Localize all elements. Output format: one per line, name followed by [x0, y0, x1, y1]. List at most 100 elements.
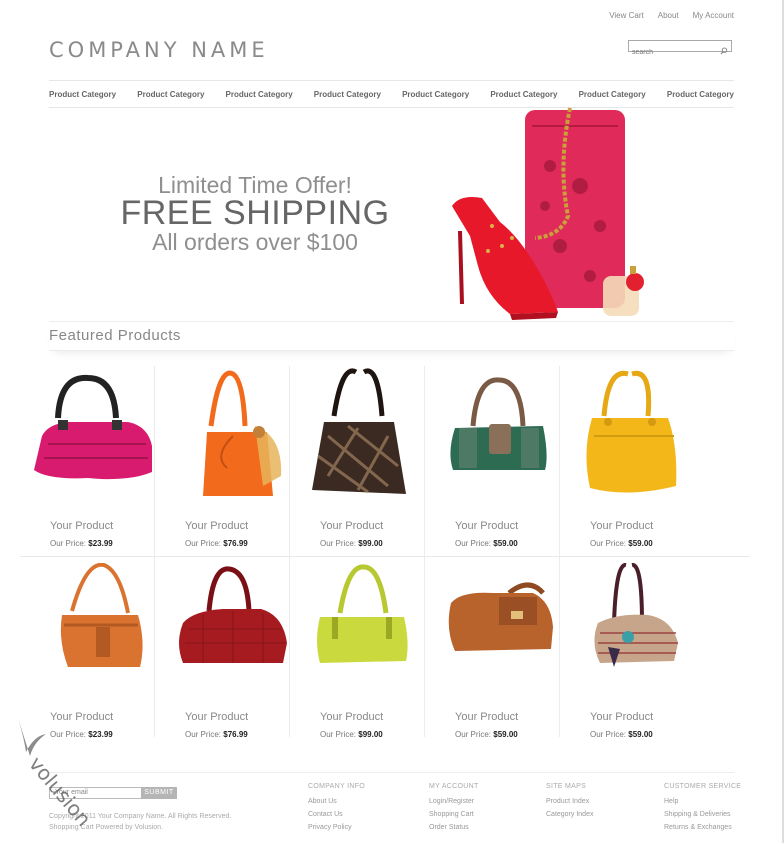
footer-link-privacy-policy[interactable]: Privacy Policy [308, 821, 365, 834]
product-row: Your Product Our Price: $23.99 Your Prod… [20, 556, 750, 739]
product-name[interactable]: Your Product [455, 520, 518, 532]
nav-category-1[interactable]: Product Category [49, 90, 116, 99]
brown-pattern-handbag-image[interactable] [298, 366, 422, 501]
lime-handbag-image[interactable] [298, 563, 422, 698]
nav-category-5[interactable]: Product Category [402, 90, 469, 99]
price-value: $76.99 [223, 539, 248, 548]
company-logo[interactable]: COMPANY NAME [49, 38, 269, 62]
price-label: Our Price: [50, 539, 87, 548]
banner-subline: All orders over $100 [152, 229, 358, 255]
nav-category-4[interactable]: Product Category [314, 90, 381, 99]
banner-headline: FREE SHIPPING [120, 194, 390, 232]
product-name[interactable]: Your Product [185, 711, 248, 723]
product-price: Our Price: $59.00 [590, 539, 653, 548]
product-card[interactable]: Your Product Our Price: $99.00 [290, 366, 425, 556]
about-link[interactable]: About [658, 11, 679, 20]
footer-column-my-account: MY ACCOUNT Login/Register Shopping Cart … [429, 780, 479, 834]
price-value: $59.00 [493, 539, 518, 548]
footer-link-order-status[interactable]: Order Status [429, 821, 479, 834]
nav-category-6[interactable]: Product Category [490, 90, 557, 99]
price-value: $23.99 [88, 539, 113, 548]
footer-heading: MY ACCOUNT [429, 783, 479, 790]
product-card[interactable]: Your Product Our Price: $23.99 [20, 557, 155, 739]
price-value: $59.00 [628, 730, 653, 739]
pink-handbag-image[interactable] [28, 366, 152, 501]
product-name[interactable]: Your Product [185, 520, 248, 532]
product-price: Our Price: $59.00 [455, 539, 518, 548]
search-box [628, 40, 732, 58]
product-price: Our Price: $76.99 [185, 730, 248, 739]
product-card[interactable]: Your Product Our Price: $76.99 [155, 366, 290, 556]
product-name[interactable]: Your Product [455, 711, 518, 723]
category-nav: Product Category Product Category Produc… [49, 80, 734, 108]
product-price: Our Price: $76.99 [185, 539, 248, 548]
product-name[interactable]: Your Product [320, 711, 383, 723]
product-name[interactable]: Your Product [590, 520, 653, 532]
price-label: Our Price: [185, 539, 222, 548]
watermark-text: volusion [24, 752, 96, 831]
nav-category-2[interactable]: Product Category [137, 90, 204, 99]
banner-image[interactable] [440, 106, 670, 328]
nav-category-7[interactable]: Product Category [579, 90, 646, 99]
search-icon[interactable] [720, 42, 728, 60]
volusion-watermark-logo: volusion [16, 712, 126, 832]
footer-link-shipping-deliveries[interactable]: Shipping & Deliveries [664, 808, 741, 821]
footer-link-product-index[interactable]: Product Index [546, 795, 593, 808]
footer-link-help[interactable]: Help [664, 795, 741, 808]
product-name[interactable]: Your Product [590, 711, 653, 723]
product-card[interactable]: Your Product Our Price: $59.00 [425, 366, 560, 556]
product-card[interactable]: Your Product Our Price: $59.00 [425, 557, 560, 739]
nav-category-8[interactable]: Product Category [667, 90, 734, 99]
product-card[interactable]: Your Product Our Price: $59.00 [560, 366, 694, 556]
brown-leather-handbag-image[interactable] [433, 563, 557, 698]
price-label: Our Price: [455, 730, 492, 739]
red-croc-handbag-image[interactable] [163, 563, 287, 698]
footer-column-company-info: COMPANY INFO About Us Contact Us Privacy… [308, 780, 365, 834]
footer-link-category-index[interactable]: Category Index [546, 808, 593, 821]
price-label: Our Price: [320, 539, 357, 548]
price-value: $99.00 [358, 730, 383, 739]
price-label: Our Price: [185, 730, 222, 739]
product-price: Our Price: $23.99 [50, 539, 113, 548]
footer-link-login-register[interactable]: Login/Register [429, 795, 479, 808]
footer-column-customer-service: CUSTOMER SERVICE Help Shipping & Deliver… [664, 780, 741, 834]
price-value: $59.00 [493, 730, 518, 739]
orange-handbag-image[interactable] [163, 366, 287, 501]
price-label: Our Price: [590, 539, 627, 548]
featured-products-heading: Featured Products [49, 321, 734, 351]
price-label: Our Price: [320, 730, 357, 739]
view-cart-link[interactable]: View Cart [609, 11, 644, 20]
price-label: Our Price: [455, 539, 492, 548]
footer: Your email SUBMIT Copyright 2011 Your Co… [49, 772, 741, 844]
product-card[interactable]: Your Product Our Price: $99.00 [290, 557, 425, 739]
footer-link-returns-exchanges[interactable]: Returns & Exchanges [664, 821, 741, 834]
footer-column-site-maps: SITE MAPS Product Index Category Index [546, 780, 593, 821]
footer-heading: SITE MAPS [546, 783, 587, 790]
product-card[interactable]: Your Product Our Price: $76.99 [155, 557, 290, 739]
footer-link-contact-us[interactable]: Contact Us [308, 808, 365, 821]
woven-handbag-image[interactable] [568, 563, 692, 698]
price-value: $76.99 [223, 730, 248, 739]
footer-heading: COMPANY INFO [308, 783, 366, 790]
footer-link-shopping-cart[interactable]: Shopping Cart [429, 808, 479, 821]
product-grid: Your Product Our Price: $23.99 Your Prod… [20, 366, 750, 739]
yellow-handbag-image[interactable] [568, 366, 692, 501]
green-handbag-image[interactable] [433, 366, 557, 501]
top-links: View Cart About My Account [609, 11, 734, 20]
product-card[interactable]: Your Product Our Price: $59.00 [560, 557, 694, 739]
product-price: Our Price: $59.00 [590, 730, 653, 739]
footer-link-about-us[interactable]: About Us [308, 795, 365, 808]
newsletter-submit-button[interactable]: SUBMIT [141, 787, 177, 799]
product-name[interactable]: Your Product [50, 520, 113, 532]
search-input[interactable] [629, 47, 720, 58]
product-price: Our Price: $99.00 [320, 539, 383, 548]
product-price: Our Price: $59.00 [455, 730, 518, 739]
nav-category-3[interactable]: Product Category [226, 90, 293, 99]
my-account-link[interactable]: My Account [693, 11, 734, 20]
product-name[interactable]: Your Product [320, 520, 383, 532]
tan-handbag-image[interactable] [28, 562, 152, 698]
product-card[interactable]: Your Product Our Price: $23.99 [20, 366, 155, 556]
product-row: Your Product Our Price: $23.99 Your Prod… [20, 366, 750, 556]
price-value: $59.00 [628, 539, 653, 548]
price-label: Our Price: [590, 730, 627, 739]
